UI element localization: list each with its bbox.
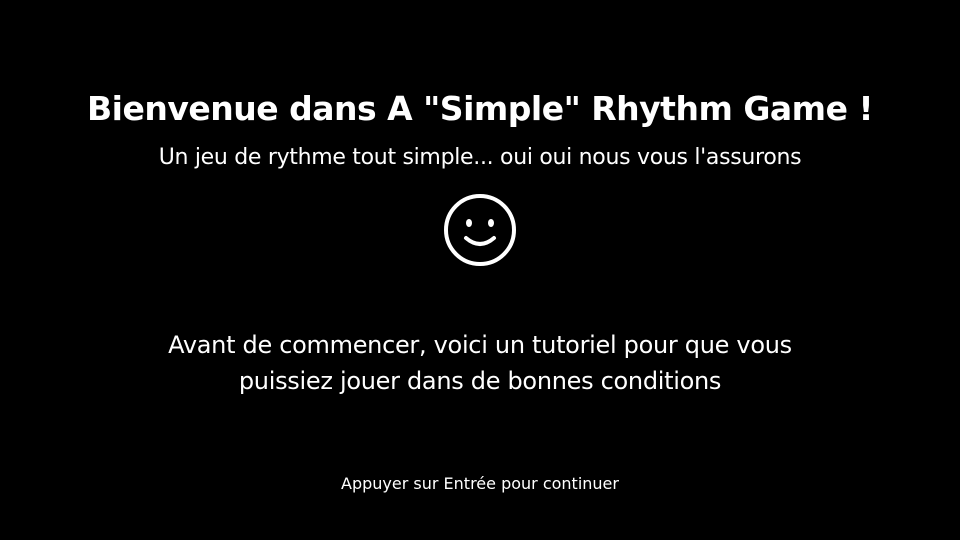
- tutorial-intro-line-2: puissiez jouer dans de bonnes conditions: [238, 367, 722, 395]
- tutorial-intro-text: Avant de commencer, voici un tutoriel po…: [0, 327, 960, 399]
- tutorial-intro-line-1: Avant de commencer, voici un tutoriel po…: [168, 331, 792, 359]
- welcome-subtitle: Un jeu de rythme tout simple... oui oui …: [158, 145, 802, 170]
- welcome-title: Bienvenue dans A "Simple" Rhythm Game !: [86, 89, 874, 128]
- welcome-screen[interactable]: Bienvenue dans A "Simple" Rhythm Game ! …: [0, 0, 960, 540]
- continue-prompt: Appuyer sur Entrée pour continuer: [341, 474, 619, 493]
- smiley-face-icon: [444, 194, 516, 266]
